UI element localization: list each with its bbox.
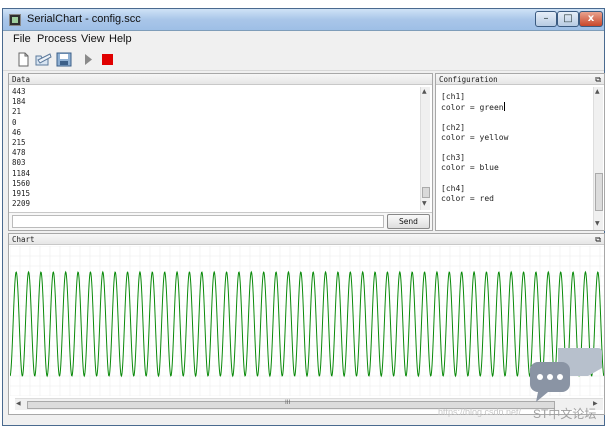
menu-view[interactable]: View [81,33,105,45]
config-line: color = green [441,102,591,112]
scroll-left-arrow-icon[interactable]: ◀ [16,400,21,407]
config-line-text: color = green [441,103,504,113]
data-row: 803 [12,158,26,168]
scroll-thumb[interactable] [422,187,430,198]
scroll-down-arrow-icon[interactable]: ▼ [595,220,600,227]
chart-panel: Chart ⧉ ◀ III ▶ [8,233,605,415]
close-button[interactable]: x [579,11,603,27]
float-window-icon[interactable]: ⧉ [595,74,601,85]
configuration-editor[interactable]: [ch1] color = green [ch2] color = yellow [ch… [441,92,591,228]
configuration-panel-title: Configuration [439,75,498,84]
config-line: [ch2] [441,123,591,133]
configuration-panel-header: Configuration ⧉ [436,74,604,85]
watermark-url: https://blog.csdn.net/ [438,407,522,417]
data-row: 21 [12,107,22,117]
data-row: 478 [12,148,26,158]
config-line-text: color = red [441,193,494,203]
config-line-text: color = blue [441,163,499,173]
scroll-up-arrow-icon[interactable]: ▲ [595,88,600,95]
config-line: [ch4] [441,184,591,194]
menu-help[interactable]: Help [109,33,132,45]
data-row: 1560 [12,178,31,188]
minimize-button[interactable]: – [535,11,557,27]
menu-file[interactable]: File [13,33,31,45]
data-row: 1184 [12,168,31,178]
send-button[interactable]: Send [387,214,430,229]
data-panel: Data 443 184 21 0 46 215 478 803 1184 1560 1915 220… [8,73,433,231]
data-row: 443 [12,87,26,96]
watermark-chat-logo-icon [530,348,602,402]
data-row: 1915 [12,189,31,199]
watermark-brand: ST中文论坛 [533,407,597,421]
data-row: 215 [12,138,26,148]
config-blank-line [441,112,591,122]
config-line: color = blue [441,163,591,173]
config-line: [ch3] [441,153,591,163]
scroll-up-arrow-icon[interactable]: ▲ [422,88,427,95]
config-line: [ch1] [441,92,591,102]
float-window-icon[interactable]: ⧉ [595,234,601,245]
data-scrollbar[interactable]: ▲ ▼ [420,87,430,210]
app-icon [9,14,21,26]
data-row: 46 [12,127,22,137]
data-row: 2209 [12,199,31,208]
config-line: color = red [441,194,591,204]
title-bar[interactable]: SerialChart - config.scc – □ x [3,9,604,31]
config-line-text: [ch1] [441,92,466,101]
scroll-grip-icon: III [285,399,291,406]
data-panel-title: Data [12,75,31,84]
scroll-thumb[interactable] [595,173,603,211]
config-line-text: [ch2] [441,122,466,132]
config-blank-line [441,174,591,184]
chart-panel-header: Chart ⧉ [9,234,604,245]
stop-icon[interactable] [99,51,117,68]
config-line-text: color = yellow [441,132,509,142]
run-triangle [85,54,92,65]
data-row: 184 [12,97,26,107]
configuration-panel: Configuration ⧉ [ch1] color = green [ch2] c… [435,73,605,231]
data-panel-header: Data [9,74,432,85]
window-title: SerialChart - config.scc [27,13,141,25]
toolbar [3,48,604,71]
config-line-text: [ch4] [441,183,466,193]
send-row: Send [9,212,432,230]
save-icon[interactable] [55,51,73,68]
configuration-scrollbar[interactable]: ▲ ▼ [593,87,603,230]
config-line-text: [ch3] [441,153,466,163]
menu-bar: File Process View Help [3,31,604,48]
scroll-down-arrow-icon[interactable]: ▼ [422,200,427,207]
open-folder-icon[interactable] [34,51,52,68]
maximize-button[interactable]: □ [557,11,579,27]
config-line: color = yellow [441,133,591,143]
chart-area[interactable] [10,246,604,396]
text-caret [503,102,505,112]
run-icon[interactable] [79,51,97,68]
new-file-icon[interactable] [14,51,32,68]
data-list[interactable]: 443 184 21 0 46 215 478 803 1184 1560 1915 2209 [12,87,420,208]
send-input[interactable] [12,215,384,228]
config-blank-line [441,143,591,153]
chart-panel-title: Chart [12,235,35,244]
data-row: 0 [12,117,17,127]
stop-square [102,54,113,65]
serialchart-window: SerialChart - config.scc – □ x File Proc… [2,8,605,426]
menu-process[interactable]: Process [37,33,77,45]
chart-background [10,246,604,396]
